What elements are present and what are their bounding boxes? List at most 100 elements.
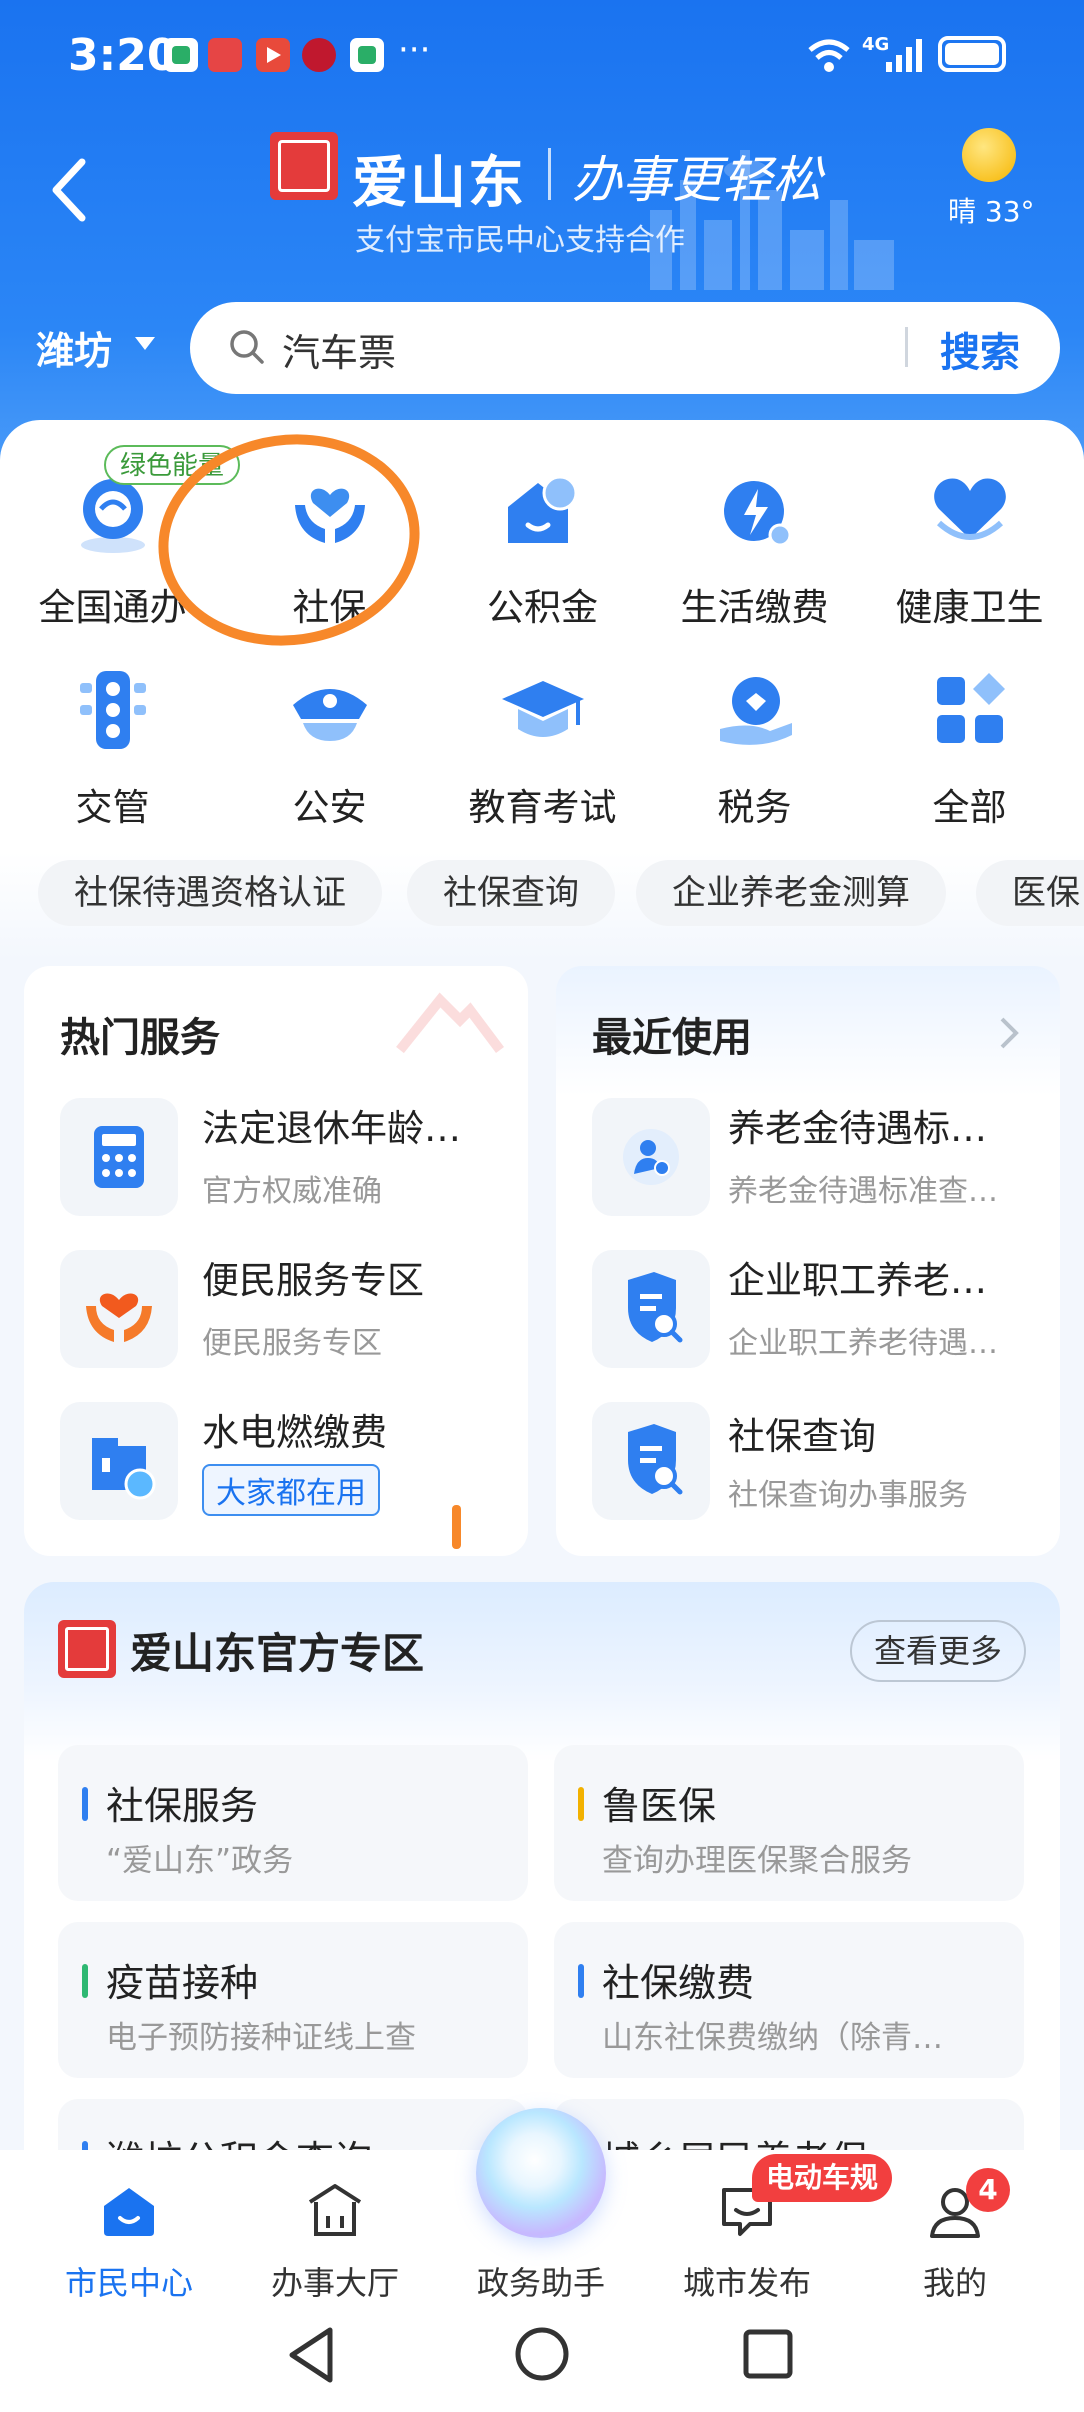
item-subtitle: 便民服务专区 <box>202 1326 382 1361</box>
status-more: ··· <box>398 30 431 70</box>
search-button[interactable]: 搜索 <box>940 320 1020 378</box>
shield-search-icon <box>592 1402 710 1520</box>
view-more-button[interactable]: 查看更多 <box>850 1620 1026 1682</box>
tile-shebao-service[interactable]: 社保服务 “爱山东”政务 <box>58 1745 528 1901</box>
home-icon <box>104 2188 154 2236</box>
search-input[interactable]: 汽车票 <box>282 322 396 377</box>
bolt-icon <box>723 481 791 547</box>
tab-label: 我的 <box>922 2264 987 2302</box>
toutiao-icon <box>208 38 242 72</box>
nav-back-icon[interactable] <box>282 2322 342 2388</box>
item-title: 社保查询 <box>728 1415 876 1458</box>
item-subtitle: 官方权威准确 <box>202 1174 382 1209</box>
service-shenghuojiaofei[interactable]: 生活缴费 <box>667 465 842 645</box>
service-label: 全部 <box>932 786 1007 829</box>
utility-icon <box>60 1402 178 1520</box>
hot-item-utilities[interactable]: 水电燃缴费 大家都在用 <box>60 1402 510 1522</box>
calculator-icon <box>60 1098 178 1216</box>
popular-tag: 大家都在用 <box>202 1464 380 1516</box>
search-icon <box>230 330 264 364</box>
item-title: 便民服务专区 <box>202 1259 424 1302</box>
tab-badge-count: 4 <box>966 2168 1010 2212</box>
hands-heart-icon <box>60 1250 178 1368</box>
tab-label: 城市发布 <box>682 2264 811 2302</box>
tile-title: 疫苗接种 <box>106 1961 259 2005</box>
service-gongjijin[interactable]: 公积金 <box>455 465 630 645</box>
grid-icon <box>936 673 1005 743</box>
service-quanbu[interactable]: 全部 <box>882 665 1057 845</box>
official-zone-title: 爱山东官方专区 <box>130 1629 425 1678</box>
hot-item-convenience[interactable]: 便民服务专区 便民服务专区 <box>60 1250 510 1370</box>
service-gongan[interactable]: 公安 <box>242 665 417 845</box>
recent-services-title: 最近使用 <box>592 1015 752 1061</box>
item-title: 水电燃缴费 <box>202 1411 387 1454</box>
recent-item-shebao-query[interactable]: 社保查询 社保查询办事服务 <box>592 1402 1042 1522</box>
tab-label: 办事大厅 <box>270 2264 399 2302</box>
tile-title: 鲁医保 <box>602 1784 717 1828</box>
item-subtitle: 养老金待遇标准查… <box>728 1174 998 1209</box>
tab-label: 市民中心 <box>64 2264 193 2302</box>
tab-citizen-center[interactable]: 市民中心 <box>24 2160 234 2302</box>
heart-icon <box>933 478 1006 540</box>
search-divider <box>905 327 908 367</box>
tile-luyibao[interactable]: 鲁医保 查询办理医保聚合服务 <box>554 1745 1024 1901</box>
signal-icon <box>886 39 922 72</box>
wechat-icon <box>164 38 198 72</box>
service-label: 公安 <box>292 786 367 829</box>
service-jiaoguan[interactable]: 交管 <box>25 665 200 845</box>
tile-vaccination[interactable]: 疫苗接种 电子预防接种证线上查 <box>58 1922 528 2078</box>
elder-icon <box>592 1098 710 1216</box>
service-jiankangweisheng[interactable]: 健康卫生 <box>882 465 1057 645</box>
chip-shebao-certification[interactable]: 社保待遇资格认证 <box>38 860 382 926</box>
service-label: 教育考试 <box>468 786 617 829</box>
police-cap-icon <box>292 689 367 741</box>
graduation-cap-icon <box>501 681 584 737</box>
battery-icon <box>938 36 1006 72</box>
back-arrow-icon[interactable] <box>38 150 108 230</box>
recent-item-pension-standard[interactable]: 养老金待遇标… 养老金待遇标准查… <box>592 1098 1042 1218</box>
tab-gov-assistant[interactable]: 政务助手 <box>436 2160 646 2302</box>
nav-home-icon[interactable] <box>512 2324 572 2384</box>
item-title: 企业职工养老… <box>728 1259 987 1302</box>
chip-shebao-query[interactable]: 社保查询 <box>407 860 615 926</box>
brand-slogan: 办事更轻松 <box>572 151 822 209</box>
service-shuiwu[interactable]: 税务 <box>667 665 842 845</box>
tile-title: 社保缴费 <box>602 1961 755 2005</box>
tile-subtitle: 电子预防接种证线上查 <box>106 2020 416 2056</box>
tab-service-hall[interactable]: 办事大厅 <box>230 2160 440 2302</box>
recent-item-enterprise-pension[interactable]: 企业职工养老… 企业职工养老待遇… <box>592 1250 1042 1370</box>
tile-subtitle: 查询办理医保聚合服务 <box>602 1843 912 1879</box>
wechat-icon <box>350 38 384 72</box>
sunny-icon <box>962 128 1016 182</box>
chip-yibao[interactable]: 医保 <box>976 860 1084 926</box>
tile-shebao-payment[interactable]: 社保缴费 山东社保费缴纳（除青… <box>554 1922 1024 2078</box>
caret-down-icon[interactable] <box>135 337 155 350</box>
unionpay-icon <box>302 38 336 72</box>
city-selector[interactable]: 潍坊 <box>36 320 112 375</box>
brand-divider <box>548 148 551 200</box>
brand-name: 爱山东 <box>352 151 526 216</box>
aishandong-logo-icon <box>270 132 338 200</box>
item-subtitle: 社保查询办事服务 <box>728 1478 968 1513</box>
annotation-mark <box>452 1505 461 1549</box>
service-jiaoyukaoshi[interactable]: 教育考试 <box>455 665 630 845</box>
tile-subtitle: “爱山东”政务 <box>106 1843 294 1879</box>
chip-pension-calculator[interactable]: 企业养老金测算 <box>636 860 946 926</box>
tile-subtitle: 山东社保费缴纳（除青… <box>602 2020 943 2056</box>
chevron-right-icon[interactable] <box>996 1013 1022 1053</box>
status-time: 3:20 <box>68 30 178 81</box>
nav-recents-icon[interactable] <box>740 2326 796 2382</box>
tile-title: 社保服务 <box>106 1784 259 1828</box>
tab-mine[interactable]: 我的 <box>850 2160 1060 2302</box>
service-label: 公积金 <box>487 586 598 629</box>
item-title: 法定退休年龄… <box>202 1107 461 1150</box>
video-icon <box>256 38 290 72</box>
hot-item-retirement-age[interactable]: 法定退休年龄… 官方权威准确 <box>60 1098 510 1218</box>
service-label: 生活缴费 <box>680 586 829 629</box>
tax-hand-icon <box>719 677 792 745</box>
shield-search-icon <box>592 1250 710 1368</box>
service-label: 健康卫生 <box>895 586 1044 629</box>
traffic-light-icon <box>79 671 146 749</box>
header-subtitle: 支付宝市民中心支持合作 <box>355 223 685 258</box>
tab-label: 政务助手 <box>476 2264 605 2302</box>
